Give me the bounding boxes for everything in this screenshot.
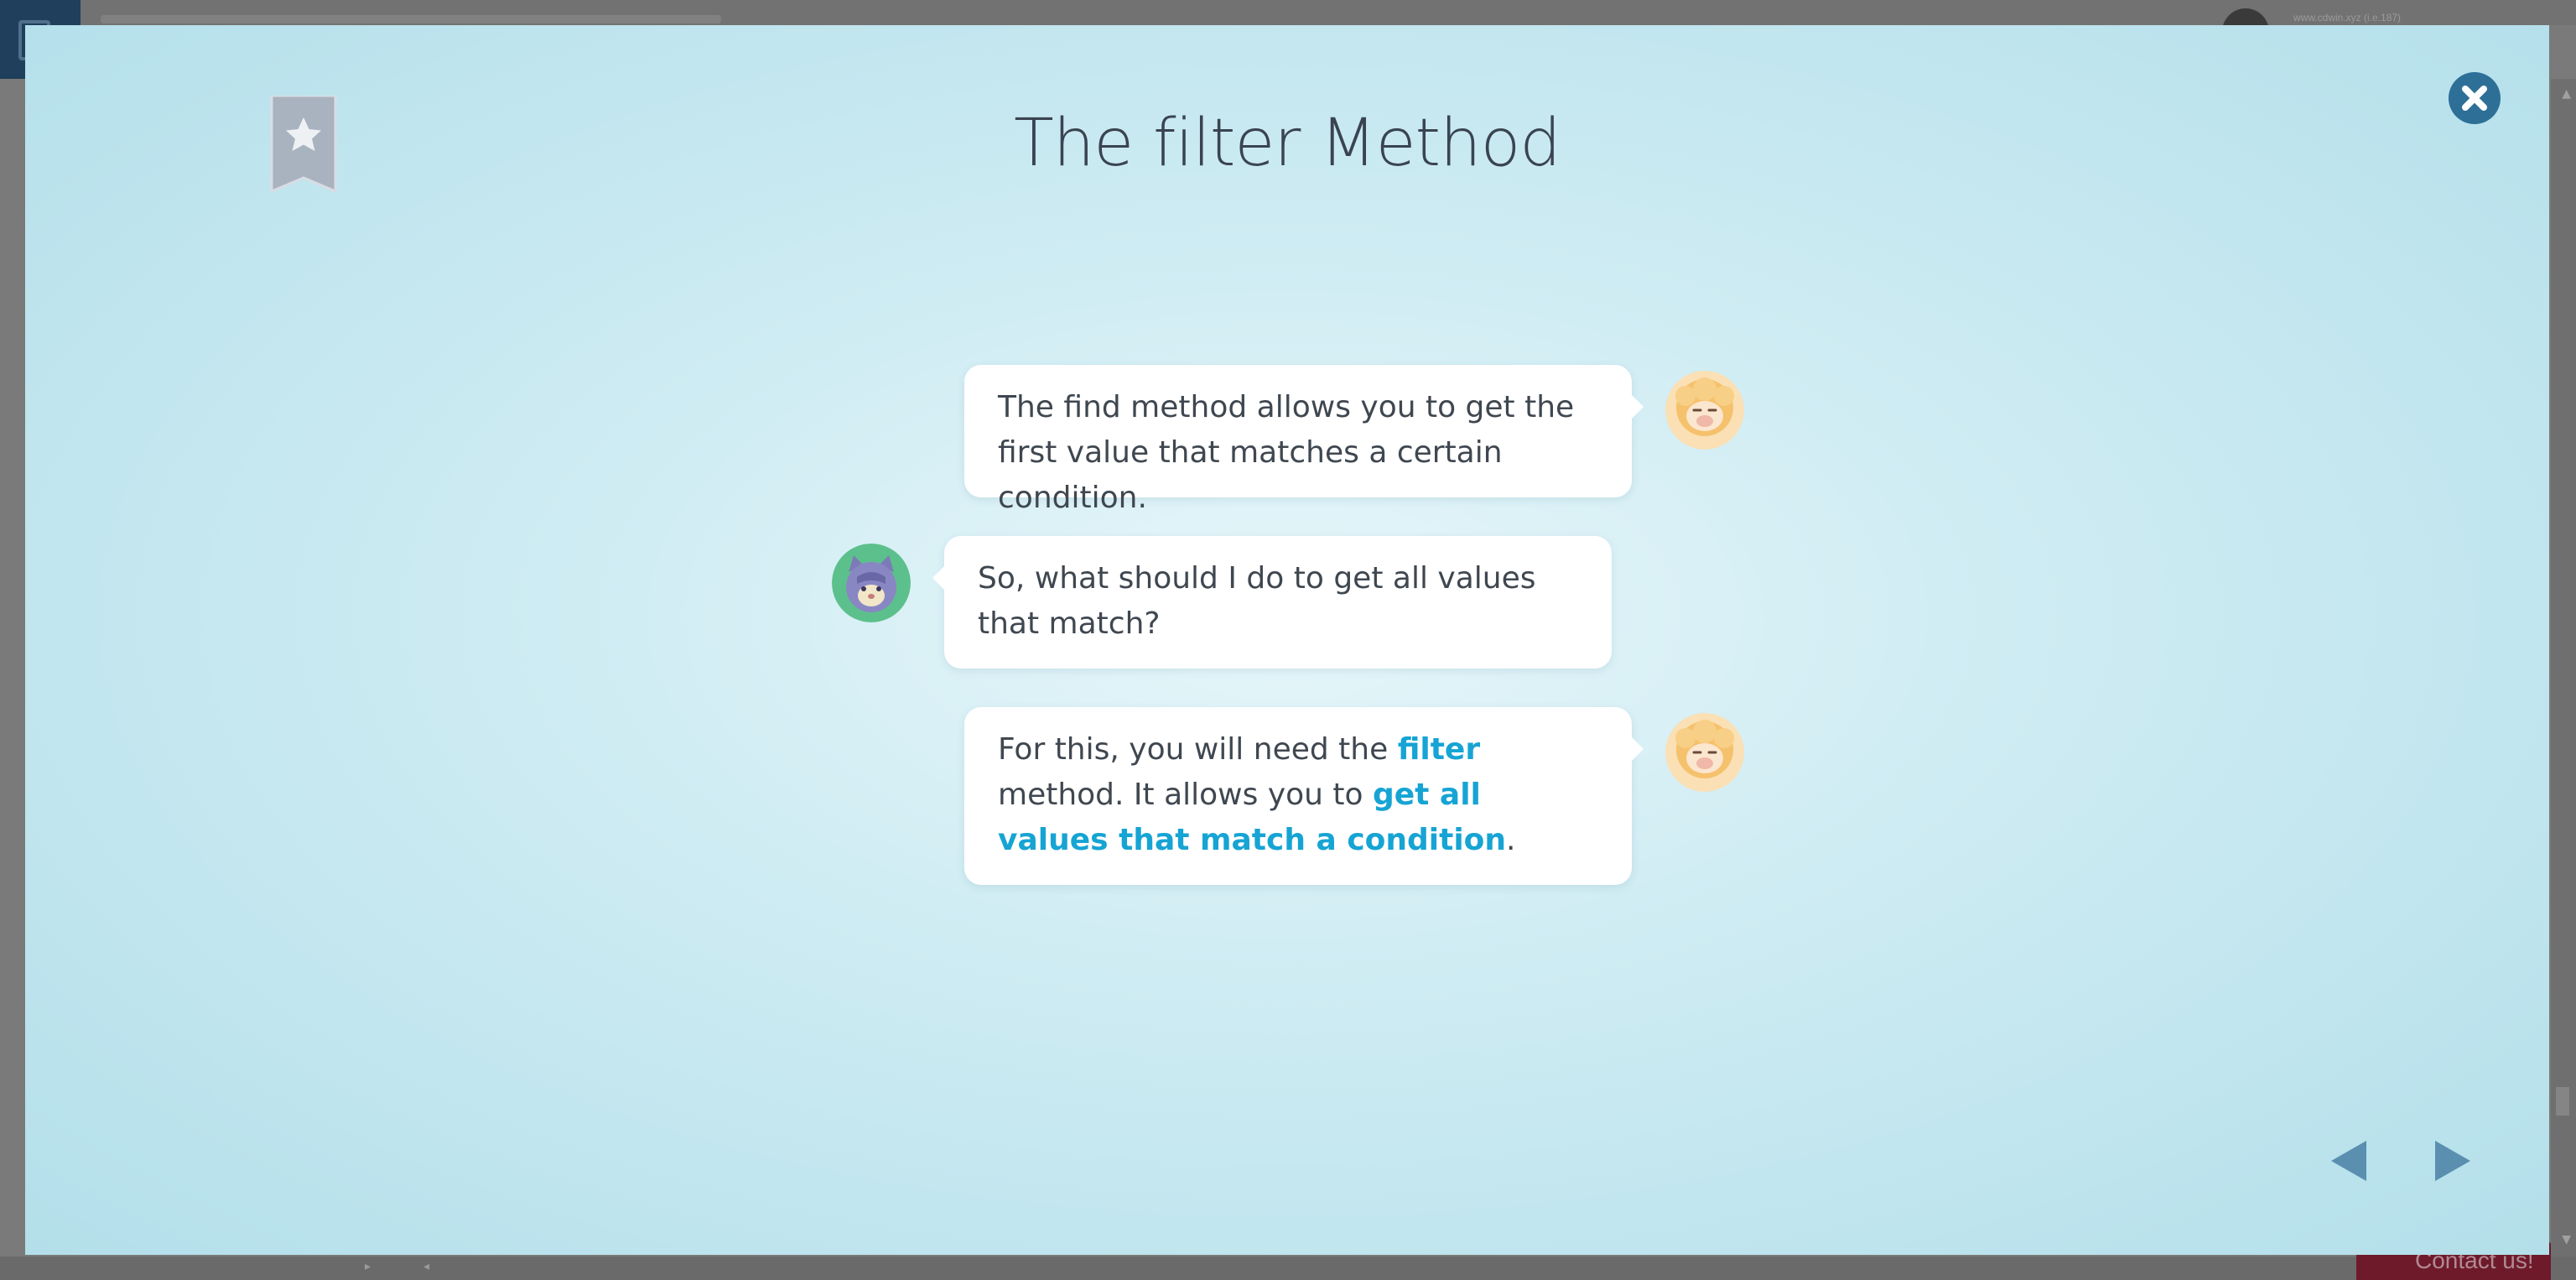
message-text: For this, you will need the filter metho… [998,732,1516,857]
sheep-icon [1665,713,1744,792]
search-bar [101,15,721,23]
vertical-scrollbar [2551,79,2576,1257]
scroll-right-icon: ▸ [365,1260,371,1273]
scroll-left-icon: ◂ [423,1260,430,1273]
next-button[interactable] [2428,1137,2475,1184]
chat-bubble-sheep-2: For this, you will need the filter metho… [964,707,1644,885]
page-title: The filter Method [1014,106,1561,181]
close-button[interactable] [2449,72,2501,124]
cat-avatar [832,544,911,622]
message-text: So, what should I do to get all values t… [978,561,1536,641]
highlight-filter: filter [1397,732,1481,767]
message-text: The find method allows you to get the fi… [998,390,1575,515]
horizontal-scrollbar [0,1257,2576,1280]
scrollbar-thumb [2556,1087,2569,1116]
previous-button[interactable] [2326,1137,2373,1184]
sheep-icon [1665,371,1744,450]
sheep-avatar [1665,713,1744,792]
sheep-avatar [1665,371,1744,450]
chat-bubble-cat: So, what should I do to get all values t… [932,536,1612,669]
close-icon [2462,86,2487,111]
cat-icon [832,544,911,622]
triangle-left-icon [2331,1141,2366,1181]
chat-bubble-sheep-1: The find method allows you to get the fi… [964,365,1644,515]
scroll-down-icon: ▼ [2562,1233,2571,1246]
triangle-right-icon [2435,1141,2470,1181]
lesson-modal: The filter Method The find method allows… [25,25,2549,1255]
user-label: www.cdwin.xyz (i.e.187) [2293,12,2402,23]
scroll-up-icon: ▲ [2562,87,2571,101]
